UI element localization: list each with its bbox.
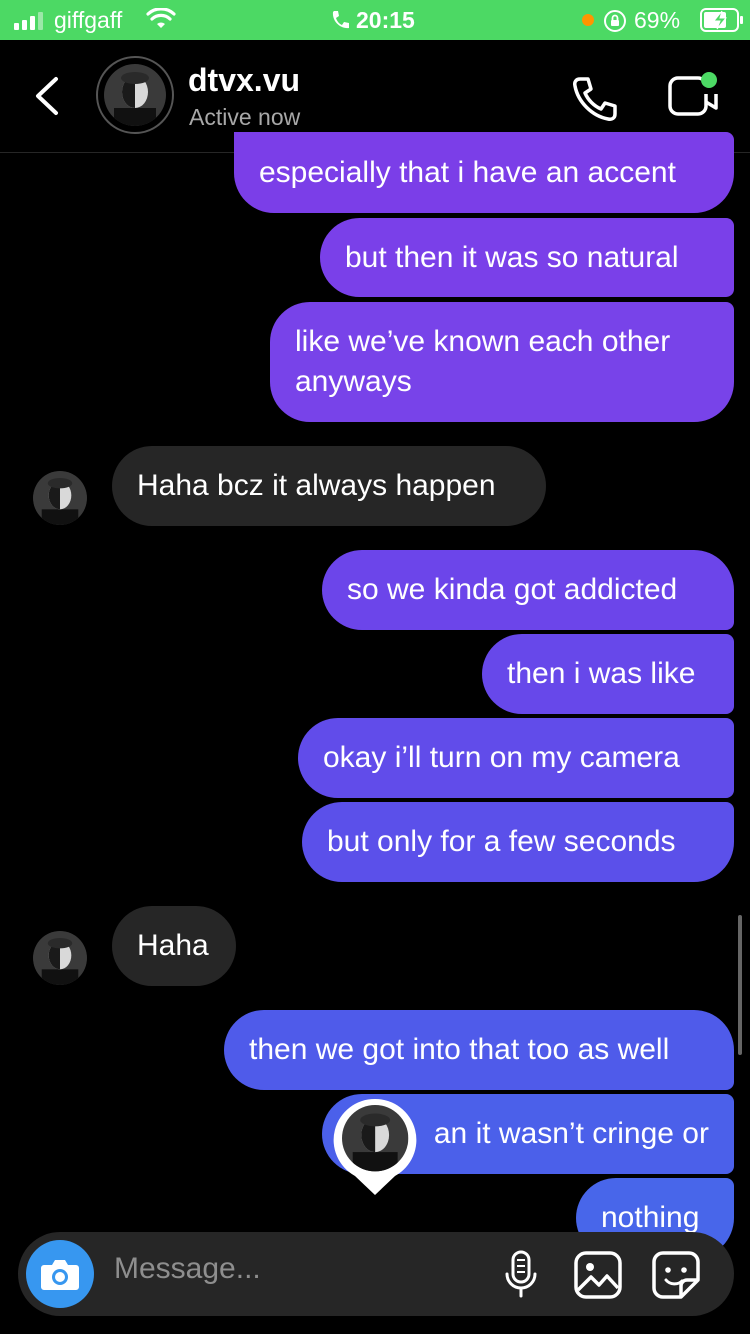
outgoing-message[interactable]: but then it was so natural [320, 218, 734, 297]
profile-photo-icon [33, 931, 87, 985]
profile-photo-icon [33, 471, 87, 525]
outgoing-message[interactable]: like we’ve known each other anyways [270, 302, 734, 422]
carrier-name: giffgaff [54, 7, 123, 33]
privacy-indicator-dot [582, 14, 594, 26]
message-text: but then it was so natural [345, 240, 679, 274]
message-text: okay i’ll turn on my camera [323, 741, 680, 774]
outgoing-message[interactable]: especially that i have an accent [234, 132, 734, 213]
camera-button[interactable] [26, 1240, 94, 1308]
message-text: then i was like [507, 657, 696, 690]
status-bar: giffgaff 20:15 69% [0, 0, 750, 40]
profile-photo-icon [104, 64, 166, 126]
message-text: an it wasn’t cringe or [433, 1117, 709, 1150]
message-composer[interactable]: Message... [18, 1232, 734, 1316]
outgoing-message[interactable]: okay i’ll turn on my camera [298, 718, 734, 798]
outgoing-message[interactable]: so we kinda got addicted [322, 550, 734, 630]
incoming-message[interactable]: Haha [112, 906, 236, 986]
sticker-icon[interactable] [651, 1250, 701, 1300]
message-text: so we kinda got addicted [347, 573, 678, 606]
seen-avatar-pin [333, 1098, 417, 1195]
signal-icon [14, 12, 43, 30]
wifi-icon [146, 8, 176, 28]
scrollbar[interactable] [738, 915, 742, 1055]
back-chevron-icon[interactable] [30, 76, 62, 116]
message-text: but only for a few seconds [327, 825, 676, 858]
gallery-icon[interactable] [573, 1250, 623, 1300]
message-text: especially that i have an accent [259, 155, 676, 189]
rotation-lock-icon [604, 10, 626, 32]
message-input[interactable]: Message... [114, 1252, 261, 1286]
outgoing-message[interactable]: then we got into that too as well [224, 1010, 734, 1090]
active-status: Active now [189, 104, 301, 130]
camera-icon [41, 1260, 79, 1290]
chat-username[interactable]: dtvx.vu [188, 62, 300, 99]
outgoing-message[interactable]: but only for a few seconds [302, 802, 734, 882]
avatar[interactable] [104, 64, 166, 126]
message-text: Haha [137, 929, 209, 962]
message-text: like we’ve known each other anyways [295, 325, 671, 398]
avatar[interactable] [33, 931, 87, 985]
microphone-icon[interactable] [503, 1250, 539, 1300]
incoming-message[interactable]: Haha bcz it always happen [112, 446, 546, 526]
clock: 20:15 [356, 7, 415, 33]
video-call-icon[interactable] [666, 70, 722, 120]
phone-icon[interactable] [570, 74, 620, 124]
battery-percentage: 69% [634, 7, 681, 33]
message-text: then we got into that too as well [249, 1033, 670, 1066]
message-text: Haha bcz it always happen [137, 469, 496, 502]
phone-call-indicator-icon [332, 11, 349, 29]
battery-charging-icon [700, 8, 743, 32]
outgoing-message[interactable]: then i was like [482, 634, 734, 714]
avatar[interactable] [33, 471, 87, 525]
